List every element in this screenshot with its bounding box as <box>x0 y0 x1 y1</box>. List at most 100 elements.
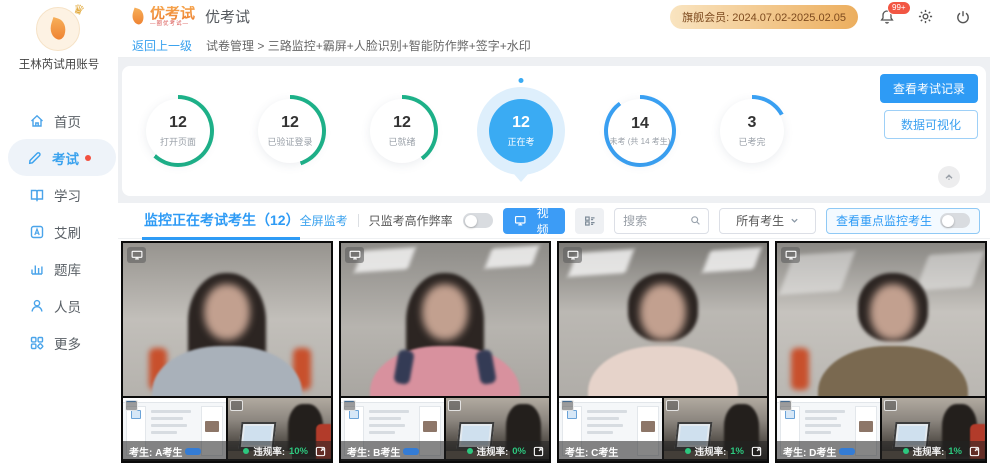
step-opened-page[interactable]: 12 打开页面 <box>141 95 215 167</box>
step-not-taken[interactable]: 14 未考 (共 14 考生) <box>603 95 677 167</box>
high-cheat-toggle-label: 只监考高作弊率 <box>369 212 453 229</box>
active-step-halo: 12 正在考 <box>477 87 565 175</box>
student-info-bar: 考生: D考生 违规率: 1% <box>777 441 985 461</box>
search-box[interactable] <box>614 208 709 234</box>
student-name: 考生: D考生 <box>783 444 836 459</box>
screen-share-icon <box>345 247 364 263</box>
screen-share-icon <box>781 247 800 263</box>
step-ready[interactable]: 12 已就绪 <box>365 95 439 167</box>
sidebar-item-more[interactable]: 更多 <box>0 324 118 361</box>
main-webcam-video <box>123 243 331 396</box>
screen-share-icon <box>127 247 146 263</box>
video-card-grid: 考生: A考生 违规率: 10% <box>118 239 990 463</box>
search-input[interactable] <box>623 214 685 228</box>
progress-ring: 14 未考 (共 14 考生) <box>604 95 676 167</box>
app-logo: 优考试 —圈优考试— 优考试 <box>132 6 250 28</box>
main-webcam-video <box>341 243 549 396</box>
progress-ring: 3 已考完 <box>716 95 788 167</box>
focus-monitor-toggle[interactable] <box>940 213 970 228</box>
sidebar-item-label: 题库 <box>54 259 81 279</box>
student-info-bar: 考生: A考生 违规率: 10% <box>123 441 331 461</box>
logo-mark-icon <box>47 17 68 41</box>
student-filter-dropdown[interactable]: 所有考生 <box>719 208 816 234</box>
grid-more-icon <box>29 335 45 351</box>
video-view-button[interactable]: 视频 <box>503 208 566 234</box>
high-cheat-toggle[interactable] <box>463 213 493 228</box>
search-icon <box>689 214 702 227</box>
step-value: 12 <box>512 114 530 132</box>
sidebar-item-label: 学习 <box>54 185 81 205</box>
violation-label: 违规率: <box>253 444 285 458</box>
main-webcam-video <box>559 243 767 396</box>
collapse-panel-button[interactable] <box>938 166 960 188</box>
sidebar-item-label: 艾刷 <box>54 222 81 242</box>
home-icon <box>29 113 45 129</box>
student-video-card-d[interactable]: 考生: D考生 违规率: 1% <box>775 241 987 463</box>
status-dot <box>903 448 909 454</box>
violation-rate: 1% <box>948 446 962 457</box>
data-visualization-button[interactable]: 数据可视化 <box>884 110 978 139</box>
monitor-icon <box>514 214 527 227</box>
back-link[interactable]: 返回上一级 <box>132 37 192 54</box>
breadcrumb: 返回上一级 试卷管理 > 三路监控+霸屏+人脸识别+智能防作弊+签字+水印 <box>118 33 990 58</box>
notification-dot <box>85 155 91 161</box>
expand-icon[interactable] <box>751 446 762 457</box>
breadcrumb-path: 试卷管理 > 三路监控+霸屏+人脸识别+智能防作弊+签字+水印 <box>206 37 531 54</box>
sidebar-item-people[interactable]: 人员 <box>0 287 118 324</box>
name-redaction <box>403 448 419 455</box>
focus-monitor-pill[interactable]: 查看重点监控考生 <box>826 208 980 234</box>
student-video-card-b[interactable]: 考生: B考生 违规率: 0% <box>339 241 551 463</box>
avatar[interactable]: ♛ <box>36 7 82 53</box>
notification-bell-icon[interactable]: 99+ <box>878 8 896 26</box>
expand-icon[interactable] <box>533 446 544 457</box>
step-finished[interactable]: 3 已考完 <box>715 95 789 167</box>
dropdown-value: 所有考生 <box>736 212 784 229</box>
step-label: 已就绪 <box>388 135 415 148</box>
sidebar-item-home[interactable]: 首页 <box>0 102 118 139</box>
tab-monitoring-students[interactable]: 监控正在考试考生（12） <box>142 202 300 240</box>
sidebar-item-question-bank[interactable]: 题库 <box>0 250 118 287</box>
list-layout-icon <box>583 214 597 228</box>
membership-badge: 旗舰会员: 2024.07.02-2025.02.05 <box>670 5 858 29</box>
settings-gear-icon[interactable] <box>916 8 934 26</box>
screen-icon <box>343 400 356 411</box>
sidebar-item-exam[interactable]: 考试 <box>8 139 116 176</box>
step-value: 12 <box>281 114 299 132</box>
grid-view-button[interactable] <box>575 208 604 234</box>
book-icon <box>29 187 45 203</box>
sidebar-item-label: 考试 <box>52 148 79 168</box>
person-icon <box>29 298 45 314</box>
notification-count: 99+ <box>887 1 911 15</box>
step-in-exam-active[interactable]: 12 正在考 <box>477 87 565 175</box>
sidebar-item-aibrush[interactable]: 艾刷 <box>0 213 118 250</box>
sidebar-item-study[interactable]: 学习 <box>0 176 118 213</box>
name-redaction <box>839 448 855 455</box>
app-name: 优考试 <box>205 6 250 27</box>
monitor-panel: 监控正在考试考生（12） 全屏监考 只监考高作弊率 视频 所有考生 查看重 <box>118 203 990 464</box>
phone-camera-icon <box>884 400 897 411</box>
violation-label: 违规率: <box>695 444 727 458</box>
step-value: 12 <box>393 114 411 132</box>
phone-camera-icon <box>448 400 461 411</box>
logo-swoosh-icon <box>130 8 146 26</box>
step-label: 打开页面 <box>160 135 196 148</box>
progress-ring: 12 已验证登录 <box>254 95 326 167</box>
step-label: 未考 (共 14 考生) <box>610 136 671 147</box>
video-button-label: 视频 <box>531 204 554 238</box>
student-video-card-c[interactable]: 考生: C考生 违规率: 1% <box>557 241 769 463</box>
chair-decor <box>791 348 809 390</box>
chevron-down-icon <box>790 216 799 225</box>
logo-tagline: —圈优考试— <box>150 22 195 28</box>
fullscreen-proctor-link[interactable]: 全屏监考 <box>300 212 348 229</box>
step-verified-login[interactable]: 12 已验证登录 <box>253 95 327 167</box>
expand-icon[interactable] <box>969 446 980 457</box>
top-bar: 优考试 —圈优考试— 优考试 旗舰会员: 2024.07.02-2025.02.… <box>118 0 990 33</box>
expand-icon[interactable] <box>315 446 326 457</box>
sidebar-menu: 首页 考试 学习 艾刷 题库 人员 更多 <box>0 102 118 361</box>
status-dot <box>243 448 249 454</box>
view-exam-records-button[interactable]: 查看考试记录 <box>880 74 978 103</box>
student-video-card-a[interactable]: 考生: A考生 违规率: 10% <box>121 241 333 463</box>
student-info-bar: 考生: B考生 违规率: 0% <box>341 441 549 461</box>
divider <box>358 214 359 227</box>
power-icon[interactable] <box>954 8 972 26</box>
